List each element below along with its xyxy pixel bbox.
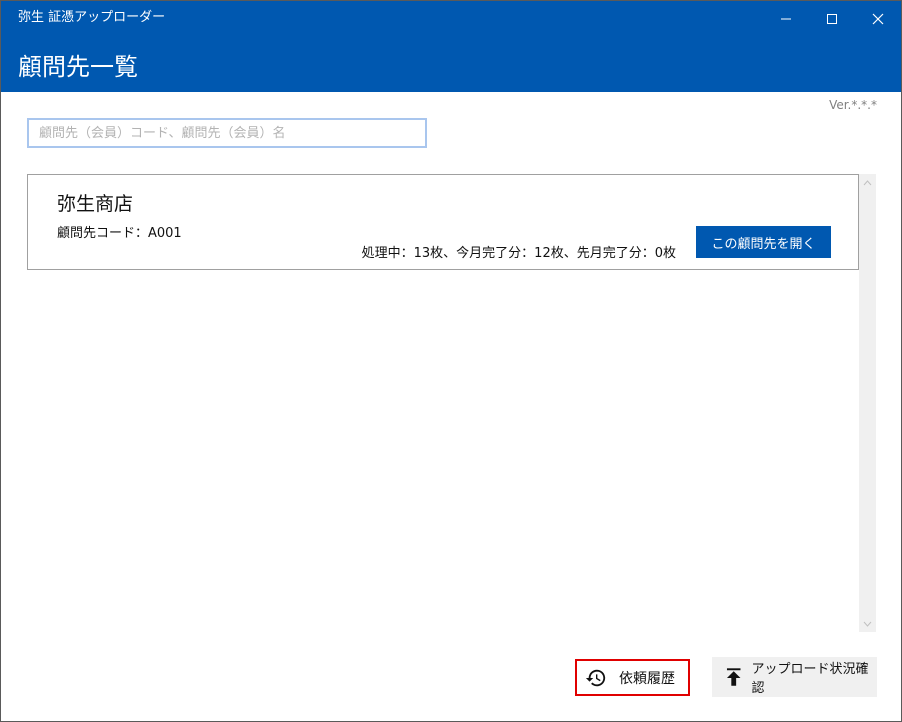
client-code: 顧問先コード：A001: [57, 226, 182, 241]
maximize-button[interactable]: [809, 1, 855, 37]
search-input[interactable]: [27, 118, 427, 148]
history-icon: [585, 669, 606, 686]
client-list: 弥生商店 顧問先コード：A001 処理中：13枚、今月完了分：12枚、先月完了分…: [27, 174, 877, 632]
scroll-up-arrow[interactable]: [859, 174, 876, 191]
request-history-button[interactable]: 依頼履歴: [575, 659, 690, 696]
chevron-up-icon: [863, 179, 872, 185]
app-window: 弥生 証憑アップローダー 顧問先一覧 Ver.*.*.* 弥生商店 顧問先コード…: [0, 0, 902, 722]
page-header: 顧問先一覧: [1, 37, 901, 92]
open-client-button[interactable]: この顧問先を開く: [696, 226, 831, 258]
title-bar[interactable]: 弥生 証憑アップローダー: [1, 1, 901, 37]
request-history-label: 依頼履歴: [619, 670, 675, 687]
maximize-icon: [827, 14, 837, 24]
minimize-button[interactable]: [763, 1, 809, 37]
close-icon: [872, 13, 884, 25]
client-card: 弥生商店 顧問先コード：A001 処理中：13枚、今月完了分：12枚、先月完了分…: [27, 174, 859, 270]
upload-status-label: アップロード状況確認: [751, 662, 869, 696]
upload-status-button[interactable]: アップロード状況確認: [712, 657, 877, 697]
client-status: 処理中：13枚、今月完了分：12枚、先月完了分：0枚: [361, 246, 676, 261]
client-name: 弥生商店: [57, 193, 134, 215]
close-button[interactable]: [855, 1, 901, 37]
upload-icon: [726, 668, 741, 686]
version-label: Ver.*.*.*: [829, 98, 877, 112]
vertical-scrollbar[interactable]: [859, 174, 876, 632]
window-title: 弥生 証憑アップローダー: [18, 10, 166, 25]
minimize-icon: [781, 18, 791, 20]
chevron-down-icon: [863, 621, 872, 627]
page-title: 顧問先一覧: [18, 53, 138, 81]
scroll-down-arrow[interactable]: [859, 615, 876, 632]
